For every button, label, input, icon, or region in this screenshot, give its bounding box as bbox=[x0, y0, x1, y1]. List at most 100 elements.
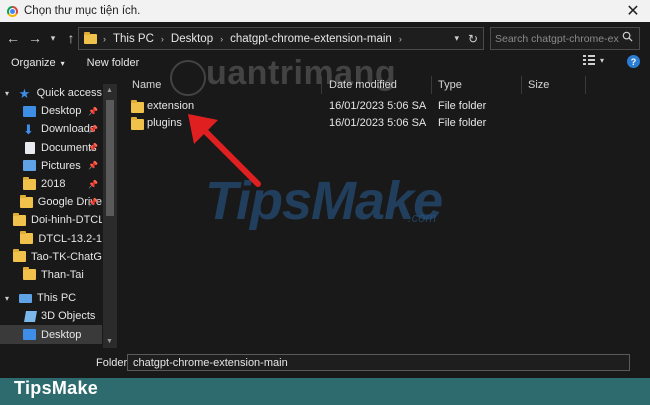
nav-label: DTCL-13.2-1 bbox=[38, 232, 102, 245]
breadcrumb-chevron-icon[interactable]: › bbox=[399, 34, 402, 44]
nav-item-downloads[interactable]: ⬇ Downloads 📌 bbox=[0, 120, 102, 138]
address-bar[interactable]: › This PC › Desktop › chatgpt-chrome-ext… bbox=[78, 27, 484, 50]
red-arrow-annotation-icon bbox=[188, 114, 261, 187]
footer-band: TipsMake bbox=[0, 378, 650, 405]
breadcrumb-chevron-icon[interactable]: › bbox=[220, 34, 223, 44]
scrollbar-thumb[interactable] bbox=[106, 100, 114, 216]
star-icon: ★ bbox=[18, 85, 31, 101]
title-bar: Chọn thư mục tiện ích. ✕ bbox=[0, 0, 650, 22]
list-item[interactable]: plugins 16/01/2023 5:06 SA File folder bbox=[118, 115, 518, 132]
pin-icon: 📌 bbox=[88, 179, 98, 189]
nav-pane-scrollbar[interactable]: ▲ ▼ bbox=[103, 84, 117, 348]
forward-arrow-icon[interactable]: → bbox=[24, 26, 46, 50]
folder-icon bbox=[13, 249, 26, 263]
document-icon bbox=[25, 141, 35, 154]
folder-icon bbox=[131, 100, 144, 113]
nav-item-desktop-selected[interactable]: Desktop bbox=[0, 325, 102, 344]
folder-field-label: Folder: bbox=[96, 357, 131, 369]
expand-chevron-icon[interactable]: ▾ bbox=[5, 89, 14, 98]
organize-label: Organize bbox=[11, 57, 56, 69]
folder-icon bbox=[13, 212, 26, 226]
nav-label: 2018 bbox=[41, 178, 66, 191]
column-divider[interactable] bbox=[521, 76, 522, 94]
nav-item-dtcl[interactable]: DTCL-13.2-1 bbox=[0, 230, 102, 248]
desktop-icon bbox=[23, 329, 36, 341]
chrome-icon bbox=[7, 5, 18, 17]
computer-icon bbox=[19, 293, 32, 303]
nav-label: This PC bbox=[37, 292, 77, 305]
desktop-icon bbox=[23, 105, 36, 117]
pin-icon: 📌 bbox=[88, 143, 98, 153]
breadcrumb-chevron-icon[interactable]: › bbox=[161, 34, 164, 44]
download-icon: ⬇ bbox=[23, 121, 34, 137]
organize-button[interactable]: Organize ▾ bbox=[11, 57, 65, 69]
back-arrow-icon[interactable]: ← bbox=[2, 26, 24, 50]
file-date: 16/01/2023 5:06 SA bbox=[329, 100, 427, 112]
nav-label: Desktop bbox=[41, 105, 82, 118]
column-header-name[interactable]: Name bbox=[132, 79, 161, 91]
help-icon[interactable]: ? bbox=[627, 55, 640, 68]
recent-locations-chevron-icon[interactable]: ▾ bbox=[46, 26, 60, 50]
scroll-down-icon[interactable]: ▼ bbox=[106, 338, 113, 345]
nav-item-doi-hinh[interactable]: Doi-hinh-DTCL-m bbox=[0, 211, 102, 229]
nav-item-google-drive[interactable]: Google Drive 📌 bbox=[0, 193, 102, 211]
details-view-icon bbox=[582, 55, 595, 65]
nav-item-3d-objects[interactable]: 3D Objects bbox=[0, 307, 102, 325]
nav-quick-access[interactable]: ▾ ★ Quick access bbox=[0, 84, 102, 102]
nav-item-tao-tk[interactable]: Tao-TK-ChatGPT bbox=[0, 248, 102, 266]
quantrimang-logo-icon bbox=[170, 60, 206, 96]
nav-label: Than-Tai bbox=[41, 268, 84, 281]
nav-label: 3D Objects bbox=[41, 310, 96, 323]
folder-icon bbox=[131, 117, 144, 130]
nav-item-2018[interactable]: 2018 📌 bbox=[0, 175, 102, 193]
file-type: File folder bbox=[438, 100, 487, 112]
pin-icon: 📌 bbox=[88, 161, 98, 171]
close-button[interactable]: ✕ bbox=[616, 0, 650, 22]
chevron-down-icon: ▾ bbox=[599, 55, 604, 65]
list-item[interactable]: extension 16/01/2023 5:06 SA File folder bbox=[118, 98, 518, 115]
folder-icon bbox=[20, 231, 34, 245]
tipsmake-logo: TipsMake bbox=[14, 378, 99, 398]
folder-icon bbox=[84, 31, 97, 44]
column-divider[interactable] bbox=[585, 76, 586, 94]
column-divider[interactable] bbox=[431, 76, 432, 94]
nav-item-desktop[interactable]: Desktop 📌 bbox=[0, 102, 102, 120]
window-title: Chọn thư mục tiện ích. bbox=[24, 5, 141, 17]
file-date: 16/01/2023 5:06 SA bbox=[329, 117, 427, 129]
folder-icon bbox=[23, 176, 36, 190]
nav-item-than-tai[interactable]: Than-Tai bbox=[0, 266, 102, 284]
change-view-button[interactable]: ▾ bbox=[582, 55, 604, 65]
search-icon[interactable] bbox=[622, 31, 633, 42]
nav-label: Desktop bbox=[41, 328, 82, 341]
folder-field-row: Folder: bbox=[0, 352, 650, 374]
pictures-icon bbox=[23, 160, 36, 172]
quantrimang-watermark: uantrimang bbox=[206, 54, 397, 92]
column-header-type[interactable]: Type bbox=[438, 79, 462, 91]
nav-item-documents[interactable]: Documents 📌 bbox=[0, 139, 102, 157]
search-input[interactable] bbox=[491, 31, 621, 46]
pin-icon: 📌 bbox=[88, 124, 98, 134]
breadcrumb-desktop[interactable]: Desktop bbox=[171, 33, 213, 45]
3d-objects-icon bbox=[24, 310, 37, 322]
nav-label: Pictures bbox=[41, 159, 81, 172]
folder-field[interactable] bbox=[127, 354, 630, 371]
expand-chevron-icon[interactable]: ▾ bbox=[5, 294, 15, 303]
nav-item-pictures[interactable]: Pictures 📌 bbox=[0, 157, 102, 175]
breadcrumb-chevron-icon: › bbox=[103, 33, 106, 44]
folder-picker-dialog: Chọn thư mục tiện ích. ✕ ← → ▾ ↑ › This … bbox=[0, 0, 650, 378]
address-dropdown-icon[interactable]: ▾ bbox=[454, 33, 459, 44]
navigation-row: ← → ▾ ↑ › This PC › Desktop › chatgpt-ch… bbox=[0, 22, 650, 54]
search-box[interactable] bbox=[490, 27, 640, 50]
refresh-icon[interactable]: ↻ bbox=[468, 32, 478, 46]
scroll-up-icon[interactable]: ▲ bbox=[106, 87, 113, 94]
new-folder-button[interactable]: New folder bbox=[87, 57, 140, 69]
breadcrumb-current-folder[interactable]: chatgpt-chrome-extension-main bbox=[230, 33, 392, 45]
file-name: plugins bbox=[147, 117, 182, 129]
chevron-down-icon: ▾ bbox=[60, 58, 65, 68]
navigation-pane: ▾ ★ Quick access Desktop 📌 ⬇ Downloads 📌… bbox=[0, 84, 102, 348]
folder-icon bbox=[19, 194, 33, 208]
column-header-size[interactable]: Size bbox=[528, 79, 549, 91]
breadcrumb-this-pc[interactable]: This PC bbox=[113, 33, 154, 45]
nav-label: Doi-hinh-DTCL-m bbox=[31, 214, 102, 227]
nav-this-pc[interactable]: ▾ This PC bbox=[0, 289, 102, 307]
